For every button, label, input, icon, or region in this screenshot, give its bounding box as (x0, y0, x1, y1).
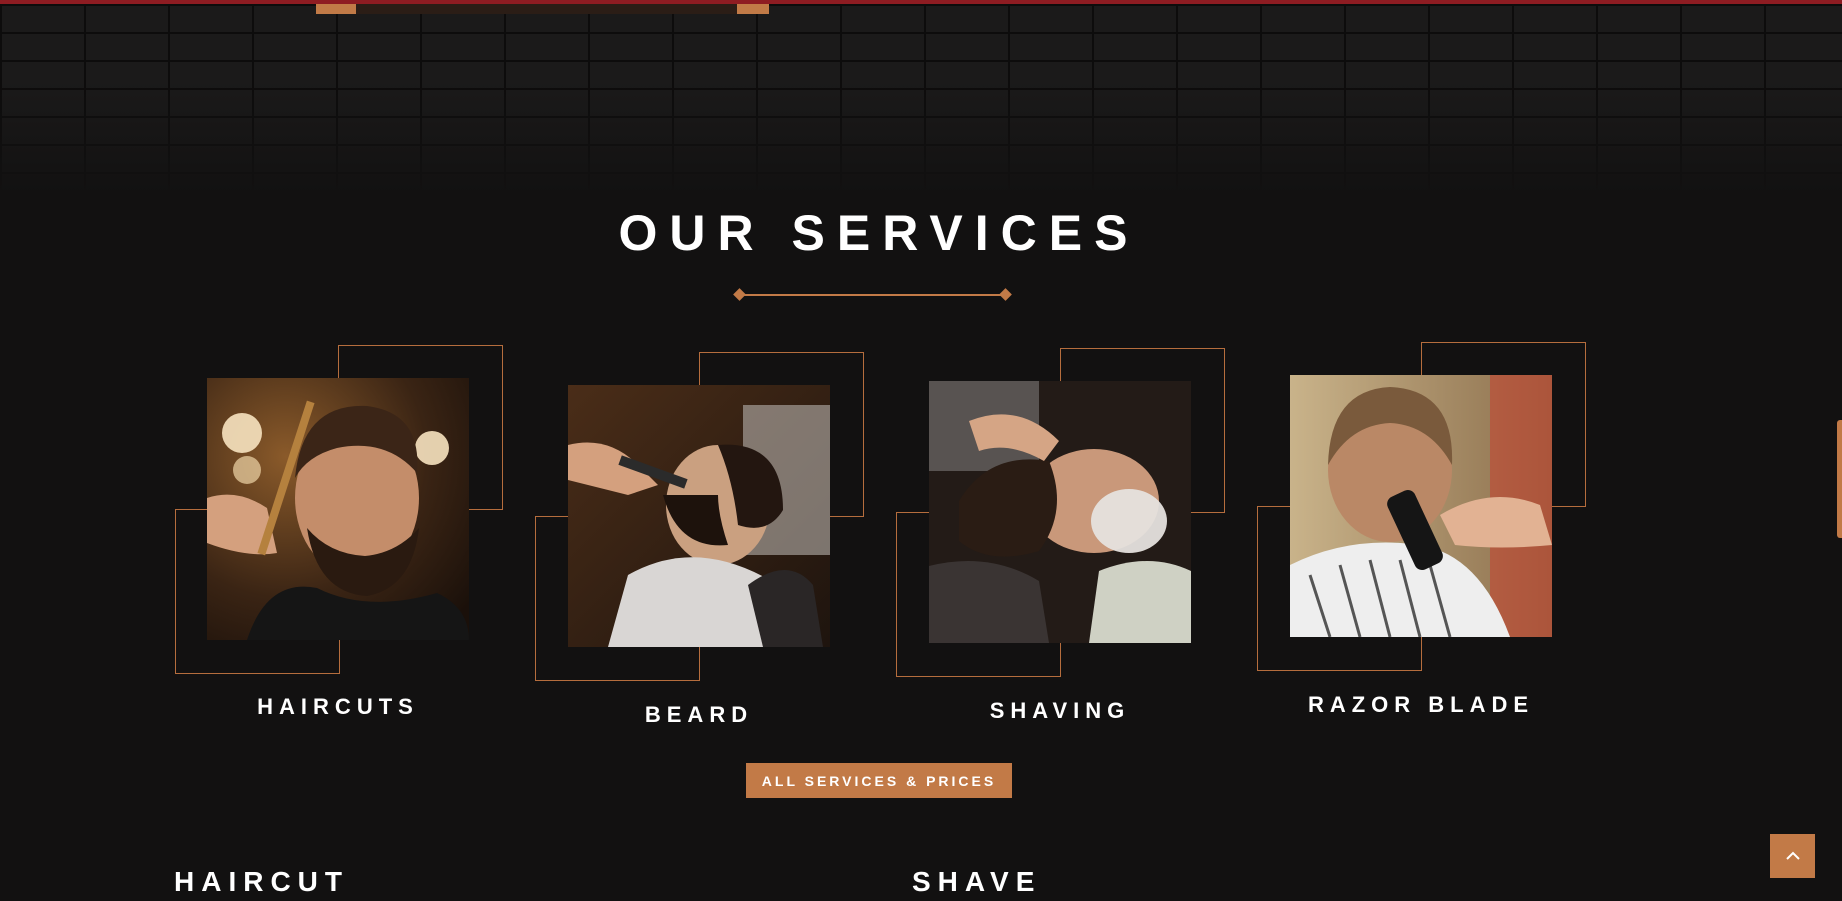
diamond-divider-icon (733, 288, 1012, 301)
side-panel-tab[interactable] (1837, 420, 1842, 538)
service-label-haircuts: HAIRCUTS (257, 694, 419, 719)
shaving-photo[interactable] (929, 381, 1191, 643)
hero-image-edge (356, 4, 737, 14)
section-title: OUR SERVICES (618, 205, 1140, 261)
accent-corner-left (316, 4, 356, 14)
price-list-heading-haircut: HAIRCUT (174, 866, 349, 897)
service-label-shaving: SHAVING (989, 698, 1131, 723)
price-list-heading-shave: SHAVE (912, 866, 1042, 897)
page: OUR SERVICES HAIRCUTS BEARD SHAVING RAZO… (0, 0, 1842, 901)
service-label-beard: BEARD (644, 702, 754, 727)
chevron-up-icon (1785, 851, 1800, 860)
beard-photo[interactable] (568, 385, 830, 647)
brick-wall-banner (0, 4, 1842, 194)
haircut-photo[interactable] (207, 378, 469, 640)
all-services-prices-button[interactable]: ALL SERVICES & PRICES (746, 763, 1012, 798)
scroll-to-top-button[interactable] (1770, 834, 1815, 878)
razor-blade-photo[interactable] (1290, 375, 1552, 637)
service-label-razor-blade: RAZOR BLADE (1307, 692, 1535, 717)
accent-corner-right (737, 4, 769, 14)
